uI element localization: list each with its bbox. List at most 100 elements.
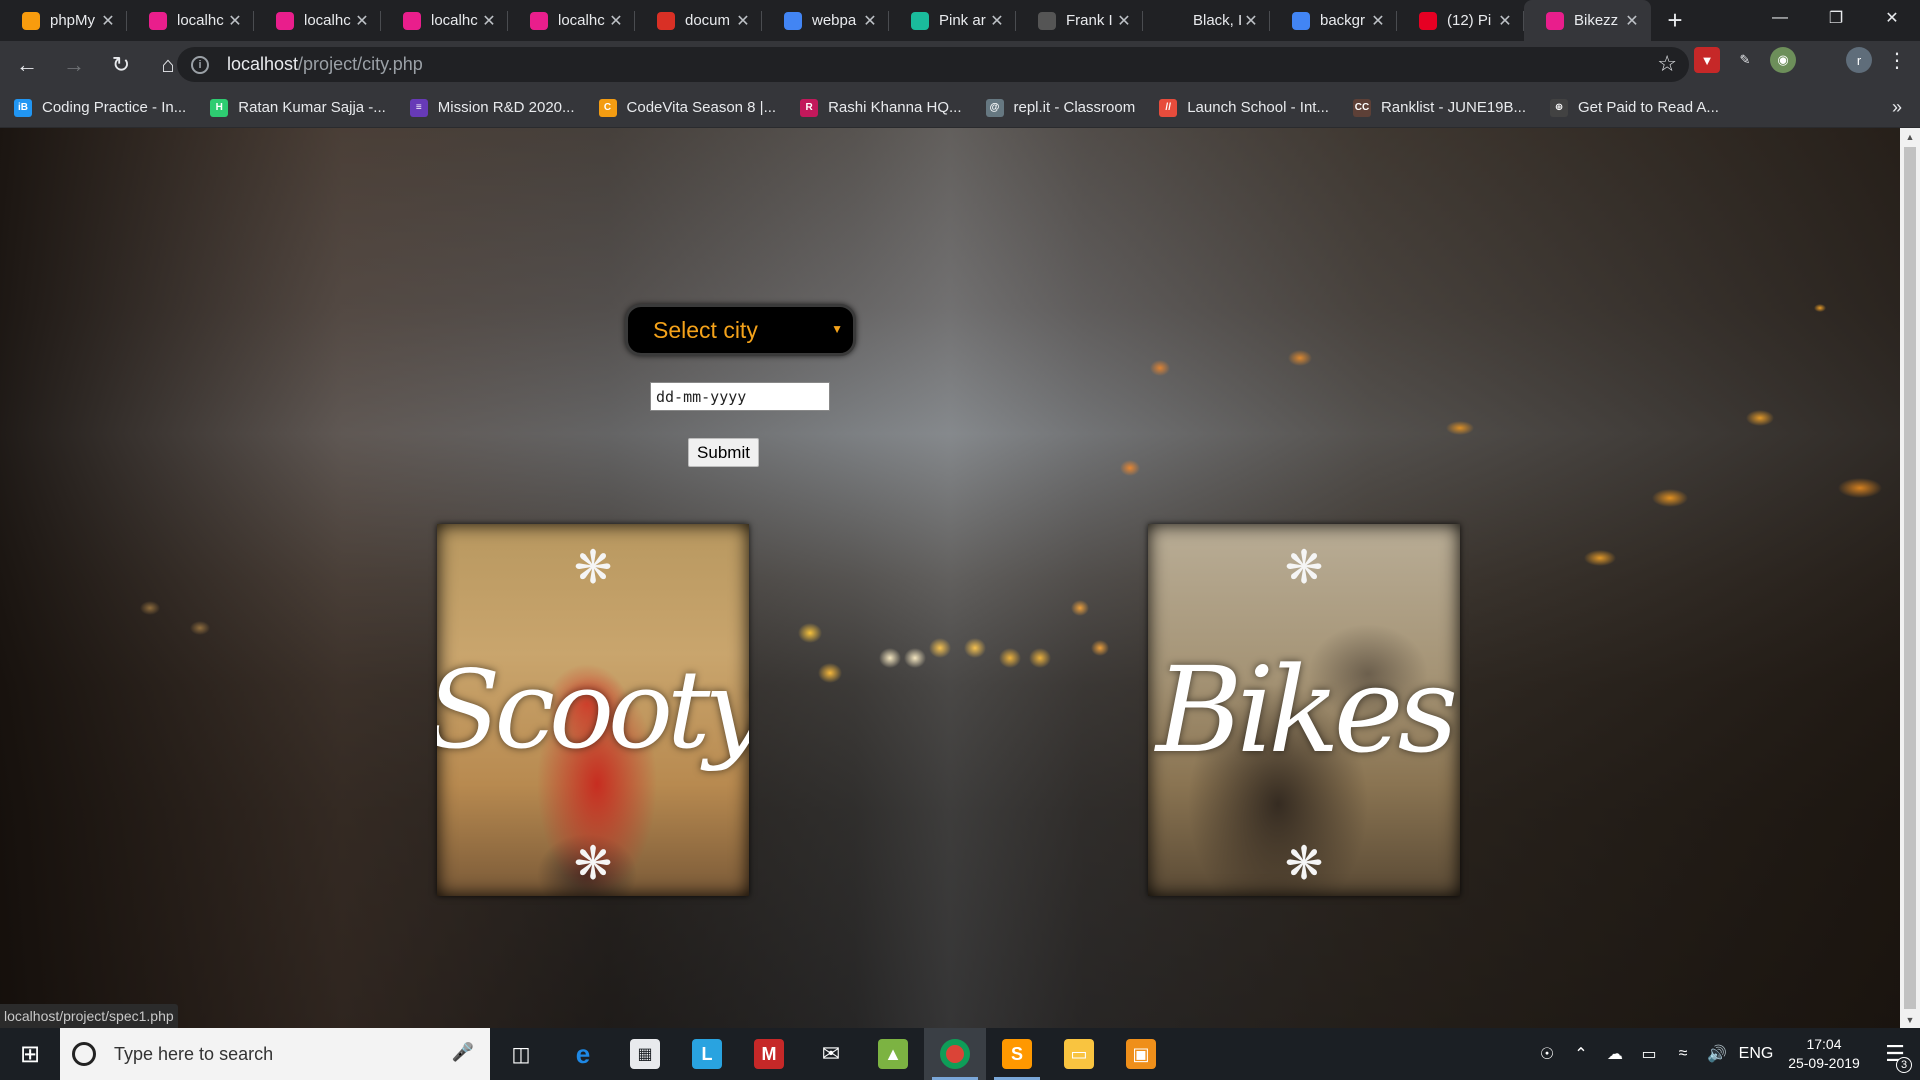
windows-start-icon[interactable]: ⊞ (0, 1028, 60, 1080)
people-icon[interactable]: ☉ (1530, 1044, 1564, 1064)
date-input[interactable]: dd-mm-yyyy (650, 382, 830, 411)
scooty-card[interactable]: ❋ Scooty ❋ (437, 524, 749, 896)
bookmark-item[interactable]: H Ratan Kumar Sajja -... (210, 98, 386, 117)
bookmark-item[interactable]: ⊕ Get Paid to Read A... (1550, 98, 1719, 117)
close-tab-icon[interactable]: ✕ (1623, 11, 1641, 31)
volume-icon[interactable]: 🔊 (1700, 1044, 1734, 1064)
browser-tab[interactable]: Frank I ✕ (1016, 0, 1143, 41)
bookmark-item[interactable]: iB Coding Practice - In... (14, 98, 186, 117)
browser-tab[interactable]: localhc ✕ (254, 0, 381, 41)
globe-extension-icon[interactable]: ◉ (1770, 47, 1796, 73)
bookmark-favicon-icon: iB (14, 98, 32, 117)
close-tab-icon[interactable]: ✕ (734, 11, 752, 31)
taskbar-search[interactable]: Type here to search 🎤 (60, 1028, 490, 1080)
browser-tab[interactable]: Black, I ✕ (1143, 0, 1270, 41)
browser-tab[interactable]: backgr ✕ (1270, 0, 1397, 41)
browser-tab[interactable]: Bikezz ✕ (1524, 0, 1651, 41)
close-tab-icon[interactable]: ✕ (99, 11, 117, 31)
browser-tab[interactable]: localhc ✕ (127, 0, 254, 41)
scroll-thumb[interactable] (1904, 147, 1916, 1009)
taskbar-clock[interactable]: 17:04 25-09-2019 (1778, 1035, 1870, 1073)
restore-button[interactable]: ❐ (1808, 0, 1864, 36)
file-explorer-icon[interactable]: ▭ (1048, 1028, 1110, 1080)
reload-button[interactable]: ↻ (101, 45, 141, 85)
submit-button[interactable]: Submit (688, 438, 759, 467)
edge-browser-icon[interactable]: e (552, 1028, 614, 1080)
pinterest-icon (1419, 11, 1437, 30)
language-indicator[interactable]: ENG (1734, 1045, 1778, 1063)
task-view-icon[interactable]: ◫ (490, 1028, 552, 1080)
page-scrollbar[interactable]: ▲ ▼ (1900, 128, 1920, 1028)
image-app-icon[interactable]: ▲ (862, 1028, 924, 1080)
scroll-down-icon[interactable]: ▼ (1900, 1011, 1920, 1028)
close-tab-icon[interactable]: ✕ (480, 11, 498, 31)
new-tab-button[interactable]: + (1651, 0, 1699, 41)
separator-icon (1808, 47, 1834, 73)
close-tab-icon[interactable]: ✕ (988, 11, 1006, 31)
microphone-icon[interactable]: 🎤 (452, 1042, 474, 1063)
bookmark-label: CodeVita Season 8 |... (626, 99, 777, 116)
scroll-up-icon[interactable]: ▲ (1900, 128, 1920, 145)
browser-tab[interactable]: Pink ar ✕ (889, 0, 1016, 41)
back-button[interactable]: ← (7, 45, 47, 85)
wifi-icon[interactable]: ≈ (1666, 1045, 1700, 1063)
menu-kebab-icon[interactable]: ⋮ (1884, 47, 1910, 73)
minimize-button[interactable]: — (1752, 0, 1808, 36)
cortana-icon (72, 1042, 96, 1066)
url-path: /project/city.php (298, 54, 423, 74)
mcafee-icon[interactable]: M (738, 1028, 800, 1080)
close-tab-icon[interactable]: ✕ (226, 11, 244, 31)
pocket-extension-icon[interactable]: ▼ (1694, 47, 1720, 73)
browser-tab[interactable]: (12) Pi ✕ (1397, 0, 1524, 41)
chevron-up-icon[interactable]: ⌃ (1564, 1044, 1598, 1064)
bookmark-item[interactable]: @ repl.it - Classroom (985, 98, 1135, 117)
package-app-icon[interactable]: ▣ (1110, 1028, 1172, 1080)
chevron-down-icon: ▼ (831, 322, 843, 336)
pen-extension-icon[interactable]: ✎ (1732, 47, 1758, 73)
blank-icon (1165, 11, 1183, 30)
bikes-card[interactable]: ❋ Bikes ❋ (1148, 524, 1460, 896)
bookmark-item[interactable]: ≡ Mission R&D 2020... (409, 98, 575, 117)
localhost-icon (530, 11, 548, 30)
mail-icon[interactable]: ✉ (800, 1028, 862, 1080)
bookmark-item[interactable]: CC Ranklist - JUNE19B... (1352, 98, 1526, 117)
sublime-text-icon[interactable]: S (986, 1028, 1048, 1080)
city-select[interactable]: Select city ▼ (625, 304, 856, 356)
close-tab-icon[interactable]: ✕ (1242, 11, 1260, 31)
forward-button[interactable]: → (54, 45, 94, 85)
tab-title: docum (685, 12, 731, 29)
city-select-value: Select city (653, 316, 758, 343)
tab-title: phpMy (50, 12, 96, 29)
store-icon[interactable]: ▦ (614, 1028, 676, 1080)
browser-tab[interactable]: webpa ✕ (762, 0, 889, 41)
bookmark-item[interactable]: C CodeVita Season 8 |... (598, 98, 777, 117)
bookmark-item[interactable]: // Launch School - Int... (1159, 98, 1329, 117)
close-tab-icon[interactable]: ✕ (353, 11, 371, 31)
onedrive-cloud-icon[interactable]: ☁ (1598, 1044, 1632, 1064)
bookmarks-overflow-icon[interactable]: » (1892, 97, 1902, 118)
close-tab-icon[interactable]: ✕ (1115, 11, 1133, 31)
close-tab-icon[interactable]: ✕ (861, 11, 879, 31)
close-tab-icon[interactable]: ✕ (607, 11, 625, 31)
bookmark-star-icon[interactable]: ☆ (1657, 51, 1677, 77)
bookmark-list: iB Coding Practice - In... H Ratan Kumar Sa… (14, 98, 1743, 117)
battery-icon[interactable]: ▭ (1632, 1044, 1666, 1064)
phpmyadmin-icon (22, 11, 40, 30)
chrome-icon[interactable] (924, 1028, 986, 1080)
localhost-icon (149, 11, 167, 30)
notification-center-icon[interactable]: ☰ 3 (1870, 1041, 1920, 1073)
close-tab-icon[interactable]: ✕ (1496, 11, 1514, 31)
close-window-button[interactable]: ✕ (1864, 0, 1920, 36)
info-icon[interactable]: i (191, 55, 209, 74)
bookmark-item[interactable]: R Rashi Khanna HQ... (800, 98, 962, 117)
browser-tab[interactable]: docum ✕ (635, 0, 762, 41)
l-app-icon[interactable]: L (676, 1028, 738, 1080)
browser-tab[interactable]: phpMy ✕ (0, 0, 127, 41)
browser-tab[interactable]: localhc ✕ (508, 0, 635, 41)
notification-badge: 3 (1896, 1057, 1912, 1073)
localhost-icon (1546, 11, 1564, 30)
close-tab-icon[interactable]: ✕ (1369, 11, 1387, 31)
browser-tab[interactable]: localhc ✕ (381, 0, 508, 41)
address-bar[interactable]: i localhost/project/city.php ☆ (177, 47, 1689, 82)
profile-avatar[interactable]: r (1846, 47, 1872, 73)
